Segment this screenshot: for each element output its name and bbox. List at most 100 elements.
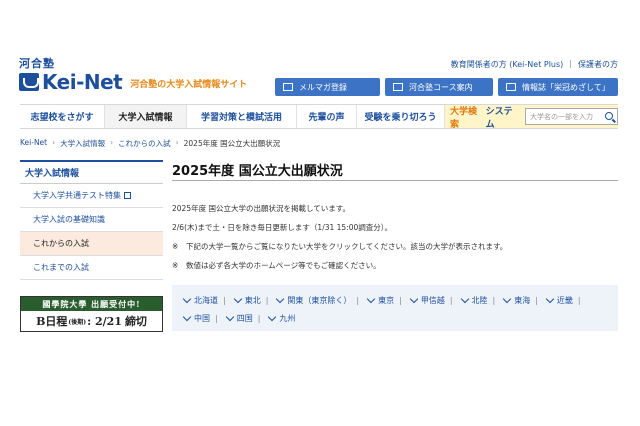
region-shikoku[interactable]: 四国 <box>223 312 253 324</box>
region-sep: | <box>223 295 226 305</box>
region-tokai[interactable]: 東海 <box>500 294 531 306</box>
mail-icon <box>283 83 293 91</box>
book-icon <box>506 83 516 91</box>
nav-senior-voices[interactable]: 先輩の声 <box>297 105 357 128</box>
region-label: 九州 <box>279 313 296 323</box>
course-guide-button[interactable]: 河合塾コース案内 <box>385 78 493 96</box>
sidebar-item-past[interactable]: これまでの入試 <box>20 256 163 280</box>
site-logo[interactable]: 河合塾 Kei-Net 河合塾の大学入試情報サイト <box>19 58 247 92</box>
region-sep: | <box>449 295 453 305</box>
nav-get-through[interactable]: 受験を乗り切ろう <box>357 105 445 128</box>
kokugakuin-banner[interactable]: 國學院大學 出願受付中! B日程 (後期): 2/21 締切 <box>20 296 163 332</box>
univ-search-label-1[interactable]: 大学検索 <box>450 104 486 130</box>
banner-term: (後期) <box>68 318 87 326</box>
banner-date: : 2/21 <box>87 314 122 328</box>
mail-magazine-label: メルマガ登録 <box>299 82 347 92</box>
breadcrumb: Kei-Net › 大学入試情報 › これからの入試 › 2025年度 国公立大… <box>20 138 280 149</box>
note-mark: ※ <box>172 261 179 270</box>
chevron-down-icon <box>268 312 277 321</box>
link-educators[interactable]: 教育関係者の方 (Kei-Net Plus) <box>451 59 564 70</box>
region-label: 中国 <box>194 313 210 323</box>
chevron-down-icon <box>409 294 419 303</box>
region-sep: | <box>257 313 261 323</box>
region-links: 北海道 | 東北 | 関東（東京除く） | 東京 | 甲信越 | 北陸 | 東海… <box>172 285 618 331</box>
update-text: 2/6(木)まで土・日を除き毎日更新します（1/31 15:00調査分）。 <box>172 223 393 232</box>
divider: | <box>569 59 572 68</box>
breadcrumb-sep: › <box>52 138 56 147</box>
magazine-button[interactable]: 情報誌「栄冠めざして」 <box>498 78 618 96</box>
region-row-1: 北海道 | 東北 | 関東（東京除く） | 東京 | 甲信越 | 北陸 | 東海… <box>180 293 610 307</box>
search-icon[interactable] <box>605 112 613 120</box>
banner-top-text: 國學院大學 出願受付中! <box>21 297 162 311</box>
region-kinki[interactable]: 近畿 <box>543 294 573 306</box>
region-hokkaido[interactable]: 北海道 <box>180 294 218 306</box>
nav-find-school[interactable]: 志望校をさがす <box>20 105 105 128</box>
chevron-down-icon <box>182 294 192 303</box>
chevron-down-icon <box>276 294 285 303</box>
region-label: 四国 <box>236 313 253 323</box>
logo-brand-main: Kei-Net <box>42 70 123 94</box>
mail-magazine-button[interactable]: メルマガ登録 <box>275 78 380 96</box>
site-tagline: 河合塾の大学入試情報サイト <box>130 79 248 90</box>
link-parents[interactable]: 保護者の方 <box>578 59 618 70</box>
chevron-down-icon <box>545 294 555 303</box>
region-sep: | <box>535 295 538 305</box>
region-label: 東海 <box>514 295 531 305</box>
univ-search-label-2[interactable]: システム <box>486 104 521 130</box>
note-click: ※ 下記の大学一覧からご覧になりたい大学をクリックしてください。該当の大学が表示さ… <box>172 241 507 252</box>
sidebar-heading[interactable]: 大学入試情報 <box>20 160 163 184</box>
region-sep: | <box>399 295 402 305</box>
chevron-down-icon <box>366 294 376 303</box>
region-hokuriku[interactable]: 北陸 <box>458 294 488 306</box>
search-placeholder: 大学名の一部を入力 <box>529 112 593 121</box>
chevron-down-icon <box>225 312 234 321</box>
sidebar-item-common-test[interactable]: 大学入学共通テスト特集 <box>20 184 163 208</box>
intro-text: 2025年度 国公立大学の出願状況を掲載しています。 <box>172 204 350 213</box>
note-verify: ※ 数値は必ず各大学のホームページ等でもご確認ください。 <box>172 260 381 271</box>
banner-bottom: B日程 (後期): 2/21 締切 <box>21 311 162 331</box>
page-title: 2025年度 国公立大出願状況 <box>172 155 618 181</box>
region-tohoku[interactable]: 東北 <box>231 294 261 306</box>
chevron-down-icon <box>233 294 242 303</box>
main-content: 2025年度 国公立大出願状況 2025年度 国公立大学の出願状況を掲載していま… <box>172 155 618 331</box>
global-nav: 志望校をさがす 大学入試情報 学習対策と模試活用 先輩の声 受験を乗り切ろう 大… <box>20 104 618 130</box>
chevron-down-icon <box>460 294 469 303</box>
region-label: 北陸 <box>471 295 488 305</box>
region-sep: | <box>577 295 581 305</box>
chevron-down-icon <box>182 312 192 321</box>
region-label: 東北 <box>244 295 261 305</box>
sidebar-item-upcoming[interactable]: これからの入試 <box>20 232 163 256</box>
breadcrumb-sep: › <box>110 138 114 147</box>
breadcrumb-upcoming[interactable]: これからの入試 <box>118 138 171 149</box>
region-sep: | <box>215 313 218 323</box>
region-row-2: 中国 | 四国 | 九州 <box>180 311 610 325</box>
nav-study-mock[interactable]: 学習対策と模試活用 <box>187 105 297 128</box>
region-label: 東京 <box>378 295 395 305</box>
sidebar: 大学入試情報 大学入学共通テスト特集 大学入試の基礎知識 これからの入試 これま… <box>20 160 163 280</box>
region-sep: | <box>265 295 269 305</box>
region-label: 関東（東京除く） <box>287 295 352 305</box>
region-kanto[interactable]: 関東（東京除く） <box>273 294 352 306</box>
banner-deadline: 締切 <box>124 315 147 328</box>
banner-schedule: B日程 <box>36 315 68 328</box>
breadcrumb-exam-info[interactable]: 大学入試情報 <box>60 138 105 149</box>
nav-exam-info[interactable]: 大学入試情報 <box>105 105 187 128</box>
region-koshinetsu[interactable]: 甲信越 <box>407 294 445 306</box>
region-sep: | <box>492 295 496 305</box>
breadcrumb-home[interactable]: Kei-Net <box>20 138 47 149</box>
univ-search-system: 大学検索 システム 大学名の一部を入力 <box>445 104 618 130</box>
region-kyushu[interactable]: 九州 <box>265 312 296 324</box>
sidebar-item-label: 大学入学共通テスト特集 <box>33 191 121 200</box>
external-link-icon <box>124 192 131 199</box>
univ-search-input[interactable]: 大学名の一部を入力 <box>524 108 618 125</box>
breadcrumb-current: 2025年度 国公立大出願状況 <box>183 139 281 148</box>
note-click-text: 下記の大学一覧からご覧になりたい大学をクリックしてください。該当の大学が表示され… <box>186 242 508 251</box>
note-mark: ※ <box>172 242 179 251</box>
region-chugoku[interactable]: 中国 <box>180 312 210 324</box>
sidebar-item-basics[interactable]: 大学入試の基礎知識 <box>20 208 163 232</box>
region-tokyo[interactable]: 東京 <box>364 294 395 306</box>
course-guide-label: 河合塾コース案内 <box>409 82 473 92</box>
building-icon <box>393 83 403 91</box>
breadcrumb-sep: › <box>175 138 179 147</box>
chevron-down-icon <box>502 294 512 303</box>
